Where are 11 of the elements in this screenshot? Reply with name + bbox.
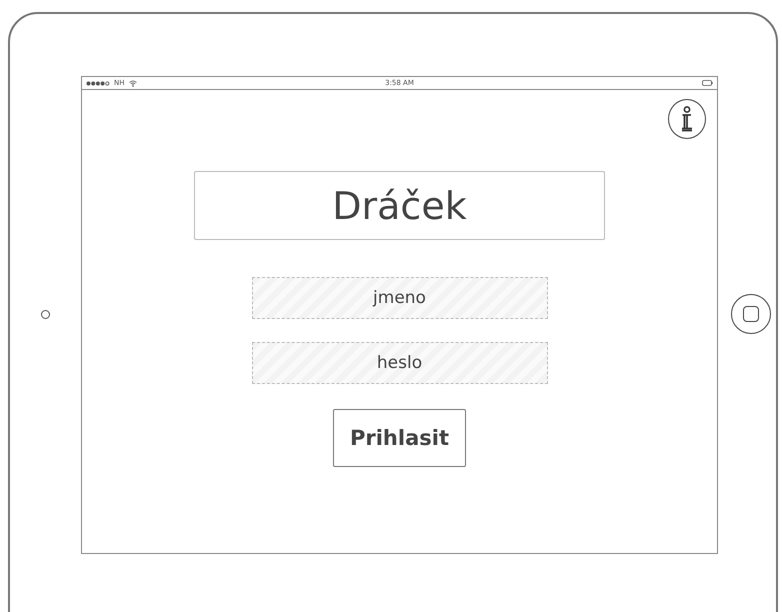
battery-icon bbox=[702, 80, 713, 86]
info-icon bbox=[680, 106, 694, 132]
info-button[interactable] bbox=[668, 99, 706, 139]
app-title: Dráček bbox=[194, 171, 605, 240]
wifi-icon bbox=[128, 80, 136, 86]
home-button[interactable] bbox=[731, 294, 771, 334]
camera-icon bbox=[41, 310, 50, 318]
login-button[interactable]: Prihlasit bbox=[333, 409, 466, 467]
signal-icon bbox=[86, 80, 110, 86]
username-field[interactable]: jmeno bbox=[252, 277, 548, 319]
password-field[interactable]: heslo bbox=[252, 342, 548, 384]
